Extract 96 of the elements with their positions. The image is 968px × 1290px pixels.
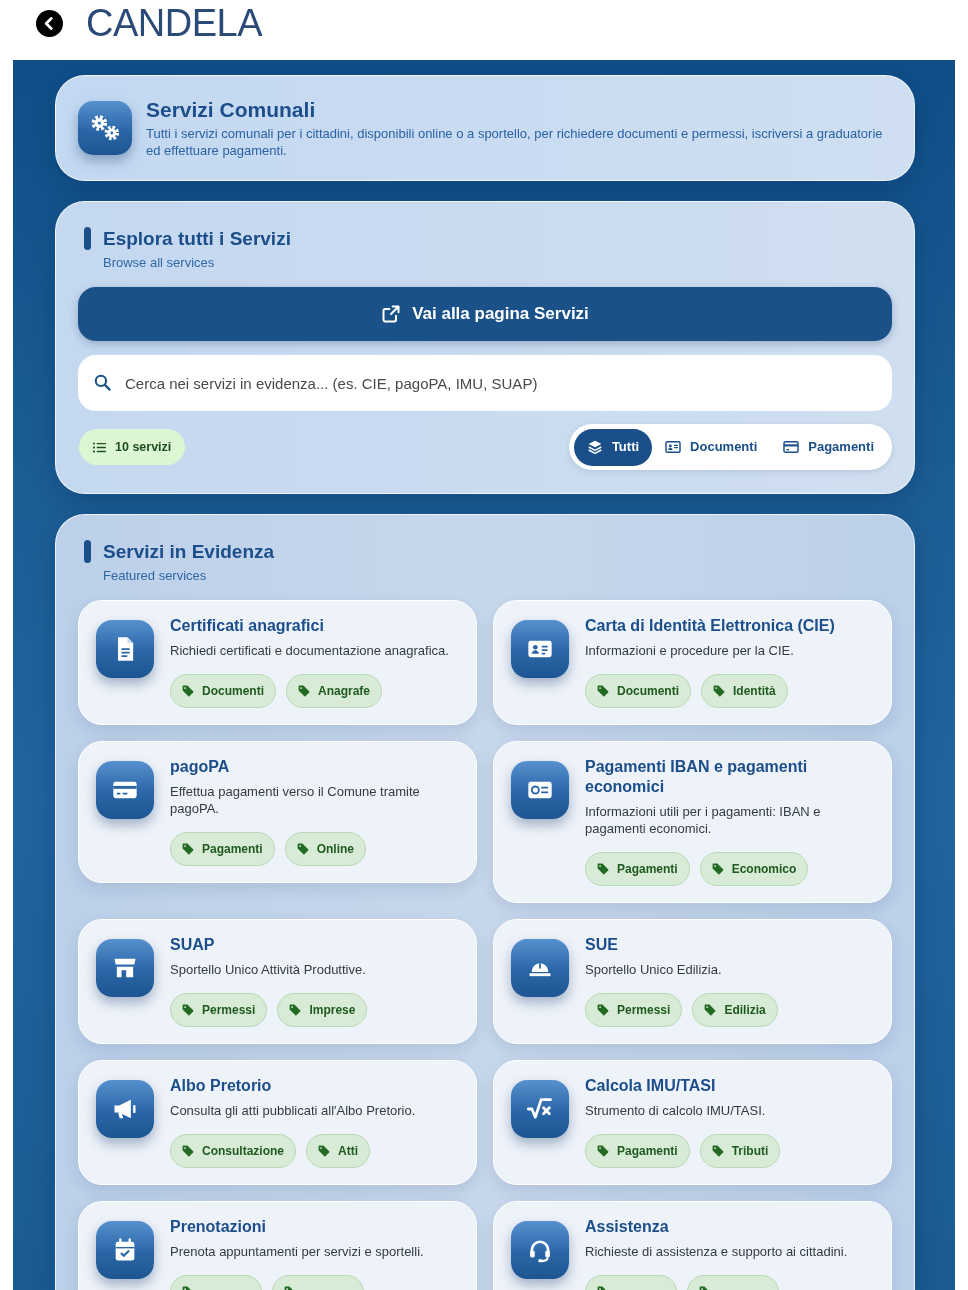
credit-card-icon bbox=[783, 439, 800, 455]
search-icon bbox=[93, 373, 112, 392]
tag-label: Edilizia bbox=[724, 1002, 766, 1019]
back-button[interactable] bbox=[36, 9, 63, 37]
service-card[interactable]: Assistenza Richieste di assistenza e supporto ai cittadini. bbox=[493, 1201, 892, 1290]
credit-card-icon bbox=[96, 761, 154, 819]
gears-icon bbox=[78, 101, 132, 155]
tag-icon bbox=[182, 1145, 194, 1157]
filter-tab[interactable]: Pagamenti bbox=[770, 428, 887, 466]
service-count: 10 servizi bbox=[115, 438, 172, 456]
tag-label: Economico bbox=[731, 861, 797, 878]
service-description: Prenota appuntamenti per servizi e sportelli. bbox=[170, 1243, 425, 1260]
tag-icon bbox=[289, 1004, 302, 1016]
service-description: Strumento di calcolo IMU/TASI. bbox=[585, 1102, 767, 1119]
chevron-left-icon bbox=[44, 16, 53, 30]
service-card[interactable]: Albo Pretorio Consulta gli atti pubblicati all'Albo Pretorio. Consultazione Atti bbox=[78, 1060, 477, 1185]
store-icon bbox=[96, 939, 154, 997]
tag-icon bbox=[298, 685, 310, 697]
tag-label: Pagamenti bbox=[202, 841, 263, 858]
hard-hat-icon bbox=[511, 939, 569, 997]
tag-label: Pagamenti bbox=[617, 1143, 678, 1160]
service-description: Richieste di assistenza e supporto ai cittadini. bbox=[585, 1243, 849, 1260]
section-title: Servizi in Evidenza bbox=[103, 540, 275, 564]
tag-label: Tributi bbox=[731, 1143, 769, 1160]
id-card-icon bbox=[665, 439, 682, 455]
services-page-button[interactable]: Vai alla pagina Servizi bbox=[78, 287, 892, 341]
external-link-icon bbox=[381, 304, 402, 324]
service-title: SUAP bbox=[170, 935, 216, 955]
service-card[interactable]: pagoPA Effettua pagamenti verso il Comune tramite pagoPA. Pagamenti Online bbox=[78, 741, 477, 883]
service-description: Richiedi certificati e documentazione anagrafica. bbox=[170, 642, 450, 659]
page-description: Tutti i servizi comunali per i cittadini, disponibili online o a sportello, per richiedere documenti e permessi, iscriversi a graduatorie ed effettuare pagamenti. bbox=[146, 125, 884, 159]
service-description: Informazioni e procedure per la CIE. bbox=[585, 642, 795, 659]
site-title: CANDELA bbox=[86, 1, 262, 45]
service-card[interactable]: Certificati anagrafici Richiedi certificati e documentazione anagrafica. Documenti Anagrafe bbox=[78, 600, 477, 725]
accent-bar bbox=[84, 540, 91, 563]
service-title: Assistenza bbox=[585, 1217, 670, 1237]
tag-icon bbox=[711, 863, 724, 875]
layers-icon bbox=[586, 439, 603, 455]
tag-icon bbox=[597, 1004, 609, 1016]
search-field[interactable]: Cerca nei servizi in evidenza... (es. CIE, pagoPA, IMU, SUAP) bbox=[78, 355, 892, 411]
tag-label: Identità bbox=[733, 683, 776, 700]
list-icon bbox=[93, 440, 106, 454]
service-card[interactable]: SUE Sportello Unico Edilizia. Permessi Edilizia bbox=[493, 919, 892, 1044]
service-card[interactable]: Pagamenti IBAN e pagamenti economici Informazioni utili per i pagamenti: IBAN e pagamenti economici. Pagamenti Economico bbox=[493, 741, 892, 903]
service-card[interactable]: Prenotazioni Prenota appuntamenti per servizi e sportelli. bbox=[78, 1201, 477, 1290]
service-card[interactable]: SUAP Sportello Unico Attività Produttive. Permessi Imprese bbox=[78, 919, 477, 1044]
service-title: Carta di Identità Elettronica (CIE) bbox=[585, 616, 836, 636]
calendar-check-icon bbox=[96, 1221, 154, 1279]
tag-label: Pagamenti bbox=[617, 861, 678, 878]
service-title: Prenotazioni bbox=[170, 1217, 267, 1237]
tag-label: Consultazione bbox=[202, 1143, 284, 1160]
tag-label: Atti bbox=[338, 1143, 358, 1160]
tag-label: Anagrafe bbox=[318, 683, 371, 700]
tag-label: Imprese bbox=[309, 1002, 356, 1019]
service-description: Sportello Unico Edilizia. bbox=[585, 961, 723, 978]
square-root-icon bbox=[511, 1080, 569, 1138]
section-subtitle: Browse all services bbox=[103, 254, 216, 272]
service-title: Calcola IMU/TASI bbox=[585, 1076, 717, 1096]
tag-icon bbox=[597, 1145, 609, 1157]
tag-label: Permessi bbox=[202, 1002, 256, 1019]
banknote-icon bbox=[511, 761, 569, 819]
tag-icon bbox=[182, 1004, 194, 1016]
tag-icon bbox=[182, 843, 194, 855]
tag-icon bbox=[711, 1145, 724, 1157]
megaphone-icon bbox=[96, 1080, 154, 1138]
service-description: Effettua pagamenti verso il Comune tramite pagoPA. bbox=[170, 783, 421, 817]
tag-label: Documenti bbox=[202, 683, 264, 700]
filter-tab[interactable]: Documenti bbox=[652, 428, 771, 466]
service-description: Consulta gli atti pubblicati all'Albo Pretorio. bbox=[170, 1102, 417, 1119]
service-title: Pagamenti IBAN e pagamenti economici bbox=[585, 757, 809, 797]
service-title: pagoPA bbox=[170, 757, 231, 777]
tag-icon bbox=[296, 843, 309, 855]
document-icon bbox=[96, 620, 154, 678]
tag-label: Documenti bbox=[617, 683, 679, 700]
tag-icon bbox=[713, 685, 725, 697]
service-title: SUE bbox=[585, 935, 619, 955]
tag-label: Permessi bbox=[617, 1002, 671, 1019]
section-subtitle: Featured services bbox=[103, 567, 208, 585]
id-card-icon bbox=[511, 620, 569, 678]
tag-icon bbox=[597, 863, 609, 875]
service-card[interactable]: Carta di Identità Elettronica (CIE) Informazioni e procedure per la CIE. Documenti Identità bbox=[493, 600, 892, 725]
tag-icon bbox=[182, 685, 194, 697]
service-title: Albo Pretorio bbox=[170, 1076, 273, 1096]
tag-icon bbox=[318, 1145, 330, 1157]
service-description: Sportello Unico Attività Produttive. bbox=[170, 961, 367, 978]
service-description: Informazioni utili per i pagamenti: IBAN e pagamenti economici. bbox=[585, 803, 822, 837]
accent-bar bbox=[84, 227, 91, 250]
tag-label: Online bbox=[316, 841, 355, 858]
headset-icon bbox=[511, 1221, 569, 1279]
section-title: Esplora tutti i Servizi bbox=[103, 227, 291, 251]
tag-icon bbox=[597, 685, 609, 697]
page-title: Servizi Comunali bbox=[146, 97, 317, 123]
tag-icon bbox=[704, 1004, 717, 1016]
service-title: Certificati anagrafici bbox=[170, 616, 325, 636]
service-card[interactable]: Calcola IMU/TASI Strumento di calcolo IMU/TASI. Pagamenti Tributi bbox=[493, 1060, 892, 1185]
filter-tab[interactable]: Tutti bbox=[573, 428, 653, 466]
